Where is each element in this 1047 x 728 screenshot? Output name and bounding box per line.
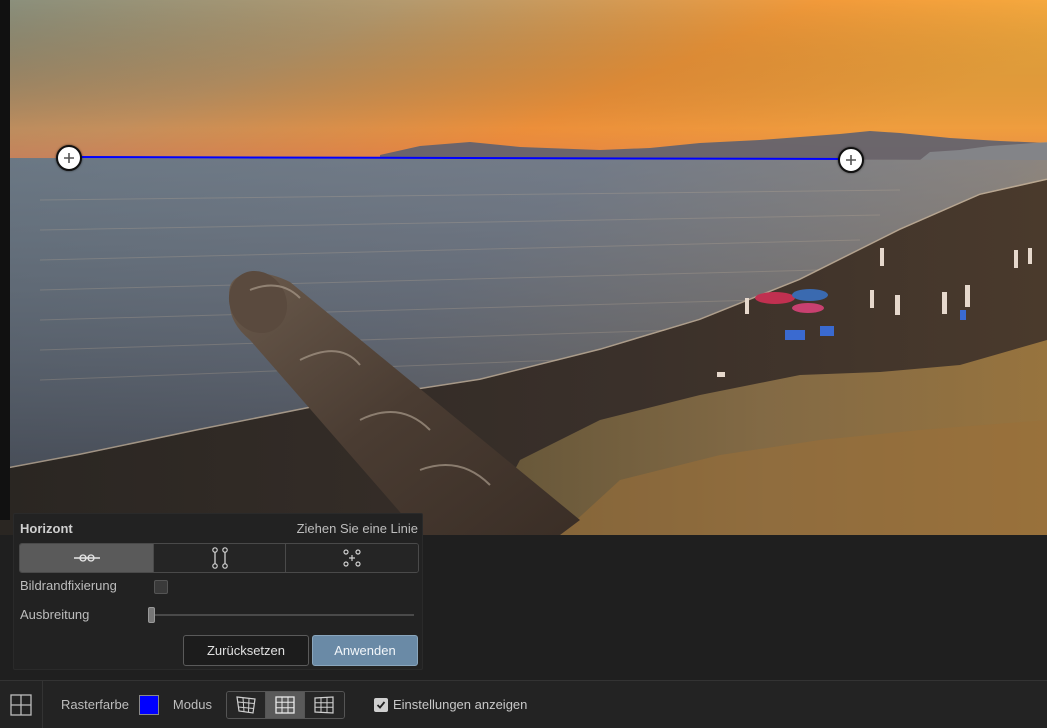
grid-color-swatch[interactable] <box>138 694 159 715</box>
grid-mode-perspective-left-button[interactable] <box>226 691 266 718</box>
four-points-icon <box>343 549 361 567</box>
checkmark-icon <box>376 700 386 709</box>
horizon-mode-group <box>19 543 419 573</box>
spread-label: Ausbreitung <box>20 607 90 622</box>
mode-four-points-button[interactable] <box>286 544 418 572</box>
beach-sunset-photo <box>0 0 1047 535</box>
spread-slider-track[interactable] <box>152 614 414 616</box>
horizon-line-icon <box>73 554 100 562</box>
panel-hint: Ziehen Sie eine Linie <box>296 521 418 536</box>
border-fix-label: Bildrandfixierung <box>20 578 117 593</box>
show-settings-checkbox[interactable] <box>373 697 388 712</box>
horizon-handle-right[interactable] <box>838 147 864 173</box>
border-fix-checkbox[interactable] <box>154 580 168 594</box>
vertical-lines-icon <box>211 547 228 569</box>
grid-mode-perspective-right-button[interactable] <box>304 691 344 718</box>
grid-mode-label: Modus <box>172 697 212 712</box>
reset-button[interactable]: Zurücksetzen <box>183 635 309 666</box>
bottom-toolbar: Rasterfarbe Modus Einstellungen anzeigen <box>0 680 1047 728</box>
show-settings-label: Einstellungen anzeigen <box>392 697 528 712</box>
rectangular-grid-icon <box>275 695 295 714</box>
panel-title: Horizont <box>20 521 73 536</box>
spread-slider-thumb[interactable] <box>148 607 155 623</box>
grid-mode-rectangular-button[interactable] <box>265 691 305 718</box>
plus-icon <box>64 153 74 163</box>
grid-toggle-button[interactable] <box>0 681 43 728</box>
plus-icon <box>846 155 856 165</box>
apply-button[interactable]: Anwenden <box>312 635 418 666</box>
mode-horizon-line-button[interactable] <box>20 544 154 572</box>
grid-icon <box>10 693 32 716</box>
horizon-panel: Horizont Ziehen Sie eine Linie Bildrandf… <box>13 513 423 670</box>
mode-vertical-lines-button[interactable] <box>154 544 286 572</box>
horizon-handle-left[interactable] <box>56 145 82 171</box>
grid-mode-selector <box>225 690 345 719</box>
perspective-right-grid-icon <box>314 695 335 714</box>
perspective-left-grid-icon <box>236 695 256 714</box>
grid-color-label: Rasterfarbe <box>61 697 129 712</box>
canvas-left-edge <box>0 0 10 520</box>
